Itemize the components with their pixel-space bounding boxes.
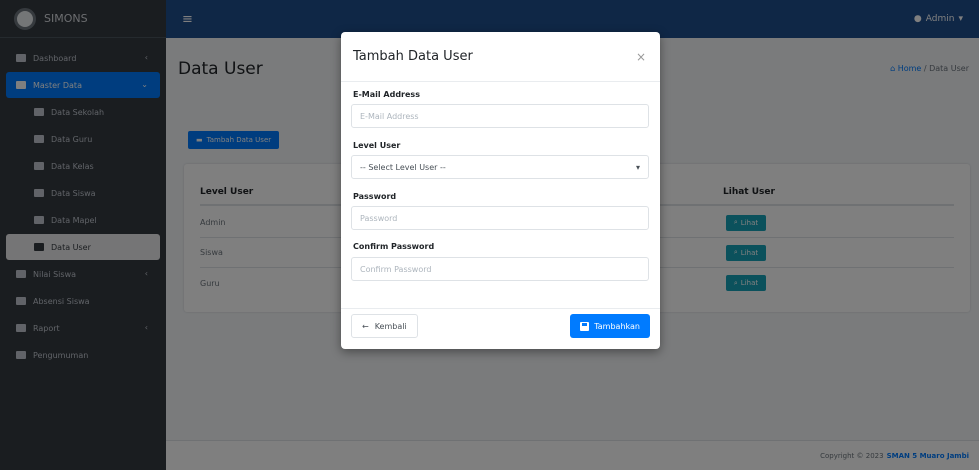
password-field[interactable] — [351, 206, 649, 230]
email-field[interactable] — [351, 104, 649, 128]
submit-button[interactable]: Tambahkan — [570, 314, 650, 338]
modal-footer-divider — [341, 308, 660, 309]
submit-button-label: Tambahkan — [594, 321, 640, 331]
save-icon — [580, 321, 590, 331]
level-user-label: Level User — [353, 141, 401, 150]
modal-title: Tambah Data User — [353, 49, 473, 64]
level-user-selected: -- Select Level User -- — [360, 162, 446, 172]
level-user-select[interactable]: -- Select Level User -- ▾ — [351, 155, 649, 179]
back-button-label: Kembali — [374, 321, 407, 331]
password-label: Password — [353, 192, 397, 201]
confirm-password-field[interactable] — [351, 257, 649, 281]
modal-header: Tambah Data User × — [341, 32, 660, 82]
modal-body: E-Mail Address Level User -- Select Leve… — [341, 82, 660, 281]
close-icon[interactable]: × — [636, 50, 646, 64]
add-user-modal: Tambah Data User × E-Mail Address Level … — [341, 32, 660, 349]
back-button[interactable]: ← Kembali — [351, 314, 418, 338]
email-label: E-Mail Address — [353, 90, 420, 99]
caret-down-icon: ▾ — [635, 162, 640, 172]
confirm-password-label: Confirm Password — [353, 242, 435, 251]
arrow-left-icon: ← — [362, 321, 369, 331]
